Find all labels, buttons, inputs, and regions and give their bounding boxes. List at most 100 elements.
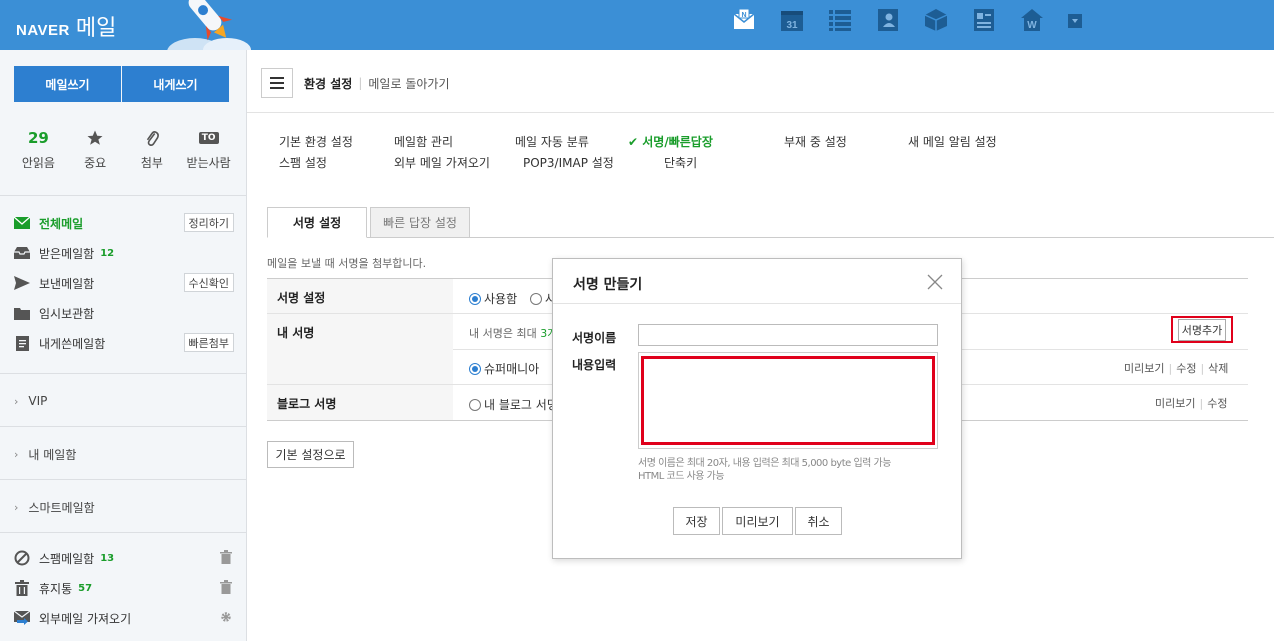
radio-unchecked bbox=[530, 293, 542, 305]
folder-name: 전체메일 bbox=[39, 216, 84, 231]
organize-button[interactable]: 정리하기 bbox=[183, 213, 234, 232]
list-icon[interactable] bbox=[828, 8, 852, 32]
top-bar: NAVER 메일 N 31 W bbox=[0, 0, 1274, 50]
cancel-button[interactable]: 취소 bbox=[795, 507, 842, 535]
menu-mailbox-management[interactable]: 메일함 관리 bbox=[394, 133, 453, 150]
won-icon[interactable]: W bbox=[1020, 8, 1044, 32]
sidebar-divider bbox=[0, 195, 246, 196]
dialog-title: 서명 만들기 bbox=[573, 277, 643, 293]
gear-icon[interactable] bbox=[220, 610, 232, 624]
reset-to-default-button[interactable]: 기본 설정으로 bbox=[267, 441, 354, 468]
trash-icon[interactable] bbox=[220, 550, 232, 564]
folder-name: 임시보관함 bbox=[39, 306, 95, 321]
sidebar-divider bbox=[0, 426, 246, 427]
star-icon bbox=[67, 128, 123, 148]
menu-spam-settings[interactable]: 스팸 설정 bbox=[279, 154, 327, 171]
recipient-label: 받는사람 bbox=[186, 156, 231, 170]
menu-shortcuts[interactable]: 단축키 bbox=[664, 154, 697, 171]
content-label: 내용입력 bbox=[572, 358, 617, 372]
add-signature-button[interactable]: 서명추가 bbox=[1177, 318, 1227, 341]
mail-icon[interactable]: N bbox=[732, 8, 756, 32]
important-stat[interactable]: 중요 bbox=[67, 128, 123, 171]
box-icon[interactable] bbox=[924, 8, 948, 32]
content-highlight-box bbox=[641, 356, 935, 445]
write-to-self-button[interactable]: 내게쓰기 bbox=[122, 66, 229, 102]
menu-auto-sort[interactable]: 메일 자동 분류 bbox=[515, 133, 589, 150]
mail-service-name: 메일 bbox=[75, 16, 117, 41]
unread-count: 29 bbox=[27, 129, 49, 147]
close-icon[interactable] bbox=[927, 274, 943, 290]
menu-signature-quick-reply[interactable]: ✔ 서명/빠른답장 bbox=[628, 133, 713, 150]
chevron-right-icon: › bbox=[14, 394, 19, 408]
back-to-mail-link[interactable]: 메일로 돌아가기 bbox=[368, 75, 449, 92]
attachment-stat[interactable]: 첨부 bbox=[124, 128, 180, 171]
folder-icon bbox=[14, 305, 30, 321]
quick-attach-button[interactable]: 빠른첨부 bbox=[183, 333, 234, 352]
create-signature-dialog: 서명 만들기 서명이름 내용입력 서명 이름은 최대 20자, 내용 입력은 최… bbox=[552, 258, 962, 559]
folder-inbox[interactable]: 받은메일함 12 bbox=[14, 242, 236, 264]
delete-link[interactable]: 삭제 bbox=[1208, 362, 1228, 375]
menu-basic-settings[interactable]: 기본 환경 설정 bbox=[279, 133, 353, 150]
block-icon bbox=[14, 550, 30, 566]
edit-link[interactable]: 수정 bbox=[1207, 397, 1227, 410]
menu-label: 서명/빠른답장 bbox=[642, 135, 713, 149]
edit-link[interactable]: 수정 bbox=[1176, 362, 1196, 375]
blog-signature-radio[interactable]: 내 블로그 서명 bbox=[469, 396, 558, 413]
recipient-stat[interactable]: TO 받는사람 bbox=[181, 128, 237, 171]
menu-new-mail-alert[interactable]: 새 메일 알림 설정 bbox=[908, 133, 997, 150]
group-label: 스마트메일함 bbox=[28, 501, 95, 515]
inbox-count: 12 bbox=[100, 247, 115, 259]
group-label: 내 메일함 bbox=[28, 448, 77, 462]
preview-link[interactable]: 미리보기 bbox=[1124, 362, 1164, 375]
my-signature-label: 내 서명 bbox=[277, 326, 315, 340]
preview-button[interactable]: 미리보기 bbox=[722, 507, 793, 535]
folder-drafts[interactable]: 임시보관함 bbox=[14, 302, 236, 324]
memo-icon[interactable] bbox=[972, 8, 996, 32]
folder-sent[interactable]: 보낸메일함 수신확인 bbox=[14, 272, 236, 294]
folder-name: 받은메일함 bbox=[39, 246, 95, 261]
to-badge: TO bbox=[198, 132, 219, 144]
save-button[interactable]: 저장 bbox=[673, 507, 720, 535]
read-receipt-button[interactable]: 수신확인 bbox=[183, 273, 234, 292]
sidebar-divider bbox=[0, 532, 246, 533]
naver-mail-logo[interactable]: NAVER 메일 bbox=[16, 10, 116, 42]
folder-all-mail[interactable]: 전체메일 정리하기 bbox=[14, 212, 236, 234]
folder-spam[interactable]: 스팸메일함 13 bbox=[14, 547, 236, 569]
empty-trash-icon[interactable] bbox=[220, 580, 232, 594]
radio-label: 내 블로그 서명 bbox=[484, 398, 558, 412]
chevron-right-icon: › bbox=[14, 501, 19, 514]
tab-quick-reply-settings[interactable]: 빠른 답장 설정 bbox=[370, 207, 470, 238]
signature-name-label: 서명이름 bbox=[572, 331, 617, 345]
send-icon bbox=[14, 275, 30, 291]
signature-radio-supermania[interactable]: 슈퍼매니아 bbox=[469, 360, 539, 377]
menu-away-settings[interactable]: 부재 중 설정 bbox=[784, 133, 847, 150]
menu-external-mail[interactable]: 외부 메일 가져오기 bbox=[394, 154, 490, 171]
folder-external-mail[interactable]: 외부메일 가져오기 bbox=[14, 607, 236, 629]
group-smart-mailbox[interactable]: › 스마트메일함 bbox=[14, 499, 95, 516]
use-signature-radio[interactable]: 사용함 bbox=[469, 290, 517, 307]
hint-length: 서명 이름은 최대 20자, 내용 입력은 최대 5,000 byte 입력 가… bbox=[638, 458, 891, 469]
menu-toggle-button[interactable] bbox=[261, 68, 293, 98]
radio-checked bbox=[469, 363, 481, 375]
group-my-mailbox[interactable]: › 내 메일함 bbox=[14, 446, 76, 463]
section-description: 메일을 보낼 때 서명을 첨부합니다. bbox=[267, 257, 427, 270]
group-vip[interactable]: › VIP bbox=[14, 394, 47, 408]
signature-name-input[interactable] bbox=[638, 324, 938, 346]
external-mail-icon bbox=[14, 610, 30, 626]
sidebar-divider bbox=[0, 373, 246, 374]
group-label: VIP bbox=[28, 394, 48, 408]
tab-signature-settings[interactable]: 서명 설정 bbox=[267, 207, 367, 238]
dropdown-icon[interactable] bbox=[1068, 14, 1082, 28]
folder-trash[interactable]: 휴지통 57 bbox=[14, 577, 236, 599]
menu-pop3-imap[interactable]: POP3/IMAP 설정 bbox=[523, 154, 614, 171]
rocket-illustration bbox=[165, 0, 255, 50]
folder-self-mail[interactable]: 내게쓴메일함 빠른첨부 bbox=[14, 332, 236, 354]
contacts-icon[interactable] bbox=[876, 8, 900, 32]
unread-stat[interactable]: 29 안읽음 bbox=[10, 128, 66, 171]
calendar-icon[interactable]: 31 bbox=[780, 8, 804, 32]
preview-link[interactable]: 미리보기 bbox=[1155, 397, 1195, 410]
write-mail-button[interactable]: 메일쓰기 bbox=[14, 66, 121, 102]
limit-prefix: 내 서명은 최대 bbox=[469, 327, 541, 340]
folder-name: 외부메일 가져오기 bbox=[39, 611, 132, 626]
signature-actions: 미리보기 | 수정 | 삭제 bbox=[1124, 362, 1229, 375]
